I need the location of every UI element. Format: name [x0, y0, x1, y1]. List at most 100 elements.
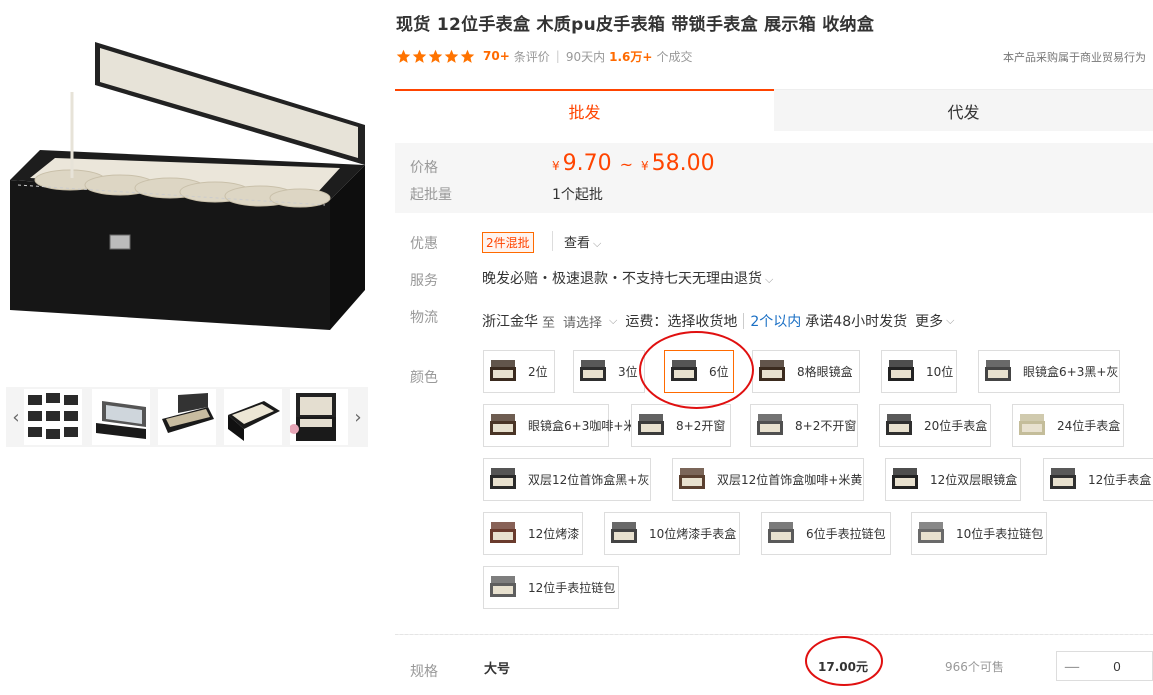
color-option-thumbnail: [490, 467, 516, 489]
color-option-label: 双层12位首饰盒咖啡+米黄: [717, 473, 863, 487]
color-option-thumbnail: [671, 359, 697, 381]
thumbnail-1[interactable]: [24, 389, 82, 445]
logistics-more[interactable]: 更多: [915, 311, 943, 331]
period-label: 90天内: [565, 49, 606, 64]
spec-stock: 966个可售: [945, 660, 1004, 674]
color-option-thumbnail: [1050, 467, 1076, 489]
color-option-label: 10位烤漆手表盒: [649, 527, 737, 541]
color-option-label: 眼镜盒6+3黑+灰: [1023, 365, 1119, 379]
trade-notice: 本产品采购属于商业贸易行为: [1003, 51, 1146, 64]
deals-count: 1.6万+: [609, 49, 653, 64]
color-option-thumbnail: [1019, 413, 1045, 435]
thumb-prev-arrow-icon[interactable]: ‹: [6, 387, 26, 447]
color-option-label: 24位手表盒: [1057, 419, 1121, 433]
price-tilde: ~: [619, 155, 634, 174]
color-option-thumbnail: [892, 467, 918, 489]
logistics-row: 浙江金华 至 请选择 ⌵ 运费：选择收货地 2个以内 承诺48小时发货 更多 ⌵: [482, 311, 954, 331]
color-option[interactable]: 8+2不开窗: [750, 404, 858, 447]
tab-dropship[interactable]: 代发: [774, 89, 1153, 131]
thumbnail-5[interactable]: [290, 389, 348, 445]
color-option[interactable]: 12位烤漆: [483, 512, 583, 555]
color-option[interactable]: 12位手表盒: [1043, 458, 1153, 501]
deals-label: 个成交: [656, 49, 693, 64]
price-label: 价格: [410, 160, 438, 176]
chevron-down-icon[interactable]: ⌵: [609, 314, 617, 328]
thumb-next-arrow-icon[interactable]: ›: [348, 387, 368, 447]
moq-value: 1个起批: [552, 187, 603, 203]
promo-view-link[interactable]: 查看 ⌵: [564, 232, 601, 251]
color-option[interactable]: 12位双层眼镜盒: [885, 458, 1021, 501]
color-option[interactable]: 12位手表拉链包: [483, 566, 619, 609]
color-option-label: 8+2不开窗: [795, 419, 857, 433]
product-main-image: [0, 30, 372, 350]
color-option-label: 20位手表盒: [924, 419, 988, 433]
reviews-count[interactable]: 70+: [483, 49, 510, 63]
chevron-down-icon[interactable]: ⌵: [946, 314, 954, 328]
thumbnail-2[interactable]: [92, 389, 150, 445]
color-option-label: 10位: [926, 365, 954, 379]
color-option-label: 8+2开窗: [676, 419, 726, 433]
star-icon: [396, 49, 411, 63]
color-option-thumbnail: [759, 359, 785, 381]
divider: [743, 313, 745, 329]
color-option[interactable]: 双层12位首饰盒咖啡+米黄: [672, 458, 864, 501]
color-option-label: 3位: [618, 365, 638, 379]
rating-row: 70+ 条评价 | 90天内 1.6万+ 个成交: [396, 46, 692, 66]
rating-stars: [396, 49, 475, 64]
moq-label: 起批量: [410, 187, 452, 203]
color-option-thumbnail: [985, 359, 1011, 381]
reviews-label[interactable]: 条评价: [514, 48, 550, 65]
star-icon: [460, 49, 475, 63]
color-option-thumbnail: [490, 575, 516, 597]
tab-wholesale[interactable]: 批发: [395, 89, 774, 131]
color-option-thumbnail: [490, 359, 516, 381]
color-option[interactable]: 6位: [664, 350, 734, 393]
ship-time: 2个以内: [750, 314, 802, 330]
color-option[interactable]: 20位手表盒: [879, 404, 991, 447]
color-option[interactable]: 眼镜盒6+3咖啡+米黄: [483, 404, 647, 447]
color-option[interactable]: 2位: [483, 350, 555, 393]
freight-text[interactable]: 运费：选择收货地: [625, 311, 737, 331]
color-option[interactable]: 10位烤漆手表盒: [604, 512, 740, 555]
color-option-thumbnail: [918, 521, 944, 543]
star-icon: [428, 49, 443, 63]
color-option-label: 2位: [528, 365, 548, 379]
logistics-to: 至: [542, 315, 556, 331]
thumbnail-4[interactable]: [224, 389, 282, 445]
price-band: 价格 ¥ 9.70 ~ ¥ 58.00 起批量 1个起批: [395, 143, 1153, 213]
service-text[interactable]: 晚发必赔・极速退款・不支持七天无理由退货 ⌵: [482, 268, 773, 288]
color-option[interactable]: 10位手表拉链包: [911, 512, 1047, 555]
color-option[interactable]: 24位手表盒: [1012, 404, 1124, 447]
chevron-down-icon: ⌵: [765, 273, 774, 286]
color-option-label: 12位烤漆: [528, 527, 580, 541]
color-option-thumbnail: [888, 359, 914, 381]
color-option[interactable]: 3位: [573, 350, 645, 393]
divider: [552, 231, 553, 251]
quantity-input[interactable]: [1087, 658, 1147, 674]
spec-price: 17.00元: [818, 660, 868, 674]
color-option-label: 眼镜盒6+3咖啡+米黄: [528, 419, 648, 433]
thumbnail-3[interactable]: [158, 389, 216, 445]
color-option[interactable]: 10位: [881, 350, 957, 393]
destination-select[interactable]: 请选择: [563, 312, 602, 331]
color-option-label: 12位手表盒: [1088, 473, 1152, 487]
color-option[interactable]: 6位手表拉链包: [761, 512, 891, 555]
thumbnail-strip: ‹ ›: [6, 387, 368, 447]
quantity-minus-button[interactable]: —: [1057, 657, 1087, 676]
color-option-label: 6位手表拉链包: [806, 527, 886, 541]
color-label: 颜色: [410, 370, 438, 386]
color-option[interactable]: 8格眼镜盒: [752, 350, 860, 393]
color-option-thumbnail: [757, 413, 783, 435]
service-label: 服务: [410, 273, 438, 289]
color-option-thumbnail: [638, 413, 664, 435]
star-icon: [444, 49, 459, 63]
color-option[interactable]: 眼镜盒6+3黑+灰: [978, 350, 1120, 393]
star-icon: [412, 49, 427, 63]
color-option[interactable]: 8+2开窗: [631, 404, 731, 447]
logistics-origin: 浙江金华: [482, 314, 538, 330]
spec-label: 规格: [410, 664, 438, 680]
chevron-down-icon: ⌵: [593, 237, 602, 250]
color-option[interactable]: 双层12位首饰盒黑+灰: [483, 458, 651, 501]
trade-tabs: 批发 代发: [395, 89, 1153, 131]
promo-view-label: 查看: [564, 236, 591, 251]
